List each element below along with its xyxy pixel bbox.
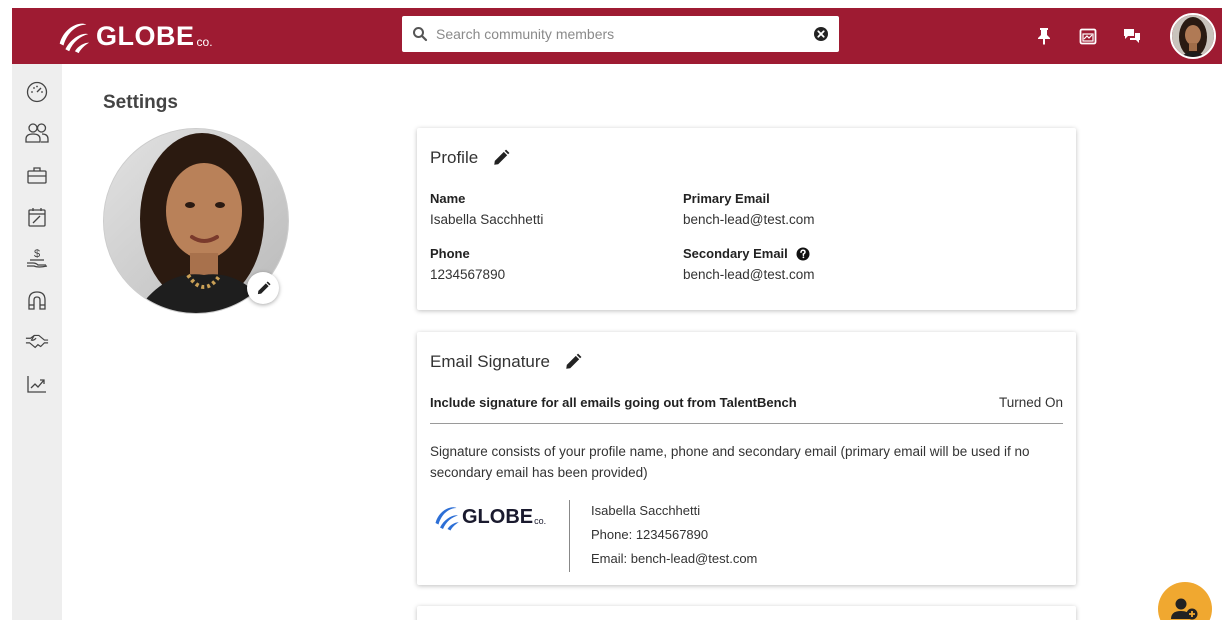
name-label: Name [430, 191, 466, 206]
name-value: Isabella Sacchhetti [430, 212, 544, 227]
signature-name: Isabella Sacchhetti [591, 503, 701, 518]
secondary-email-label-row: Secondary Email [683, 246, 810, 261]
phone-value: 1234567890 [430, 267, 506, 282]
sidebar-item-jobs[interactable] [25, 163, 49, 187]
pin-button[interactable] [1034, 26, 1054, 46]
calendar-icon [1079, 28, 1097, 45]
signature-toggle-label: Include signature for all emails going o… [430, 395, 797, 410]
signature-card-header: Email Signature [430, 352, 582, 372]
page-title: Settings [103, 92, 178, 113]
globe-logo-icon [59, 23, 90, 54]
handshake-icon [25, 334, 49, 349]
money-hand-icon: $ [27, 248, 48, 268]
sidebar-item-payments[interactable]: $ [25, 246, 49, 270]
signature-status[interactable]: Turned On [999, 395, 1063, 410]
signature-logo-text: GLOBE [462, 505, 534, 528]
brand-logo[interactable]: GLOBE co. [54, 16, 213, 56]
sidebar: $ [12, 64, 62, 620]
search-bar [402, 16, 839, 52]
calendar-button[interactable] [1078, 26, 1098, 46]
sidebar-item-dashboard[interactable] [25, 80, 49, 104]
avatar-image [1172, 15, 1214, 57]
email-signature-card: Email Signature Include signature for al… [417, 332, 1076, 585]
sidebar-item-magnet[interactable] [25, 288, 49, 312]
top-actions [1034, 8, 1222, 64]
sidebar-item-analytics[interactable] [25, 372, 49, 396]
signature-description: Signature consists of your profile name,… [430, 444, 1030, 480]
chat-icon [1124, 29, 1140, 43]
profile-card-title: Profile [430, 148, 479, 167]
primary-email-label: Primary Email [683, 191, 770, 206]
analytics-icon [27, 376, 46, 393]
help-icon[interactable] [796, 247, 810, 261]
pin-icon [1038, 28, 1050, 45]
add-user-icon [1171, 598, 1198, 620]
settings-card [417, 606, 1076, 620]
signature-phone: Phone: 1234567890 [591, 527, 709, 542]
divider [430, 423, 1063, 424]
calendar-edit-icon [28, 208, 46, 227]
dashboard-icon [26, 81, 48, 103]
add-user-button[interactable] [1158, 582, 1212, 620]
primary-email-value: bench-lead@test.com [683, 212, 815, 227]
top-bar: GLOBE co. [12, 8, 1222, 64]
brand-name: GLOBE [96, 20, 195, 51]
signature-logo: GLOBE co. [430, 502, 546, 532]
sidebar-item-calendar[interactable] [25, 205, 49, 229]
clear-search-icon[interactable] [813, 26, 829, 42]
user-avatar[interactable] [1170, 13, 1216, 59]
signature-email: Email: bench-lead@test.com [591, 551, 758, 566]
secondary-email-label: Secondary Email [683, 246, 788, 261]
sidebar-item-partners[interactable] [25, 329, 49, 353]
search-icon [413, 27, 428, 42]
phone-label: Phone [430, 246, 470, 261]
chat-button[interactable] [1122, 26, 1142, 46]
profile-card: Profile Name Isabella Sacchhetti Phone 1… [417, 128, 1076, 310]
pencil-icon [257, 280, 271, 294]
magnet-icon [28, 291, 46, 310]
edit-signature-icon[interactable] [564, 353, 582, 371]
secondary-email-value: bench-lead@test.com [683, 267, 815, 282]
people-icon [25, 123, 49, 143]
svg-text:$: $ [34, 248, 40, 260]
brand-suffix: co. [196, 35, 213, 49]
globe-logo-icon [435, 507, 459, 531]
signature-separator [569, 500, 570, 572]
profile-card-header: Profile [430, 148, 510, 168]
sidebar-item-people[interactable] [25, 121, 49, 145]
signature-logo-suffix: co. [534, 516, 547, 526]
signature-card-title: Email Signature [430, 352, 551, 371]
edit-profile-icon[interactable] [492, 149, 510, 167]
briefcase-icon [27, 167, 47, 184]
search-input[interactable] [436, 26, 813, 42]
edit-photo-button[interactable] [247, 272, 279, 304]
